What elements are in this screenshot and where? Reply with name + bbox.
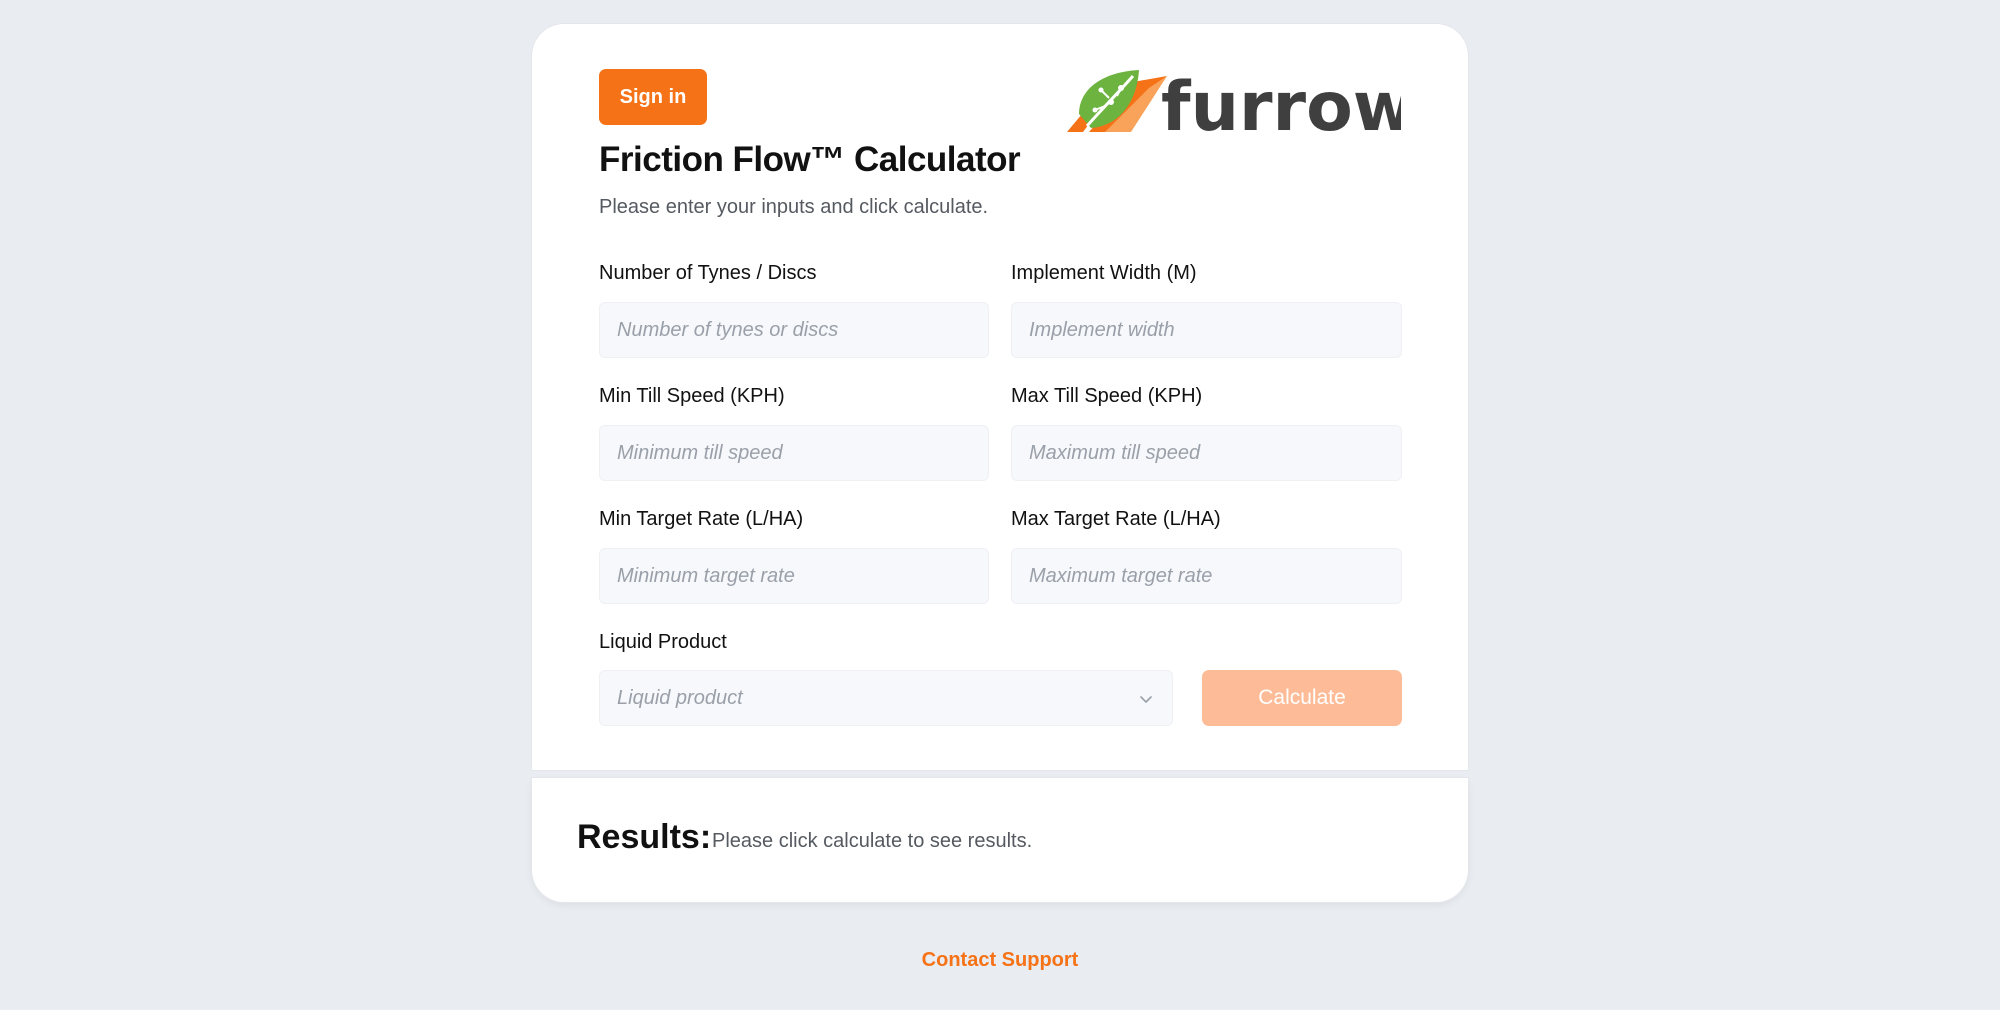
width-label: Implement Width (M) xyxy=(1011,262,1197,284)
calculator-card: Sign in furrow Friction Flow™ Calculator… xyxy=(532,24,1468,770)
liquid-product-select[interactable]: Liquid product xyxy=(599,670,1173,726)
liquid-product-label: Liquid Product xyxy=(599,631,727,653)
page-subtitle: Please enter your inputs and click calcu… xyxy=(599,196,989,218)
min-rate-input[interactable] xyxy=(599,548,989,604)
max-rate-input[interactable] xyxy=(1011,548,1402,604)
tynes-label: Number of Tynes / Discs xyxy=(599,262,817,284)
max-speed-label: Max Till Speed (KPH) xyxy=(1011,385,1203,407)
logo-wordmark: furrow xyxy=(1161,68,1401,138)
min-speed-input[interactable] xyxy=(599,425,989,481)
max-speed-input[interactable] xyxy=(1011,425,1402,481)
page-title: Friction Flow™ Calculator xyxy=(599,140,1021,179)
furrow-logo[interactable]: furrow xyxy=(1065,66,1401,138)
footer: Contact Support xyxy=(0,949,2000,972)
tynes-input[interactable] xyxy=(599,302,989,358)
width-input[interactable] xyxy=(1011,302,1402,358)
min-rate-label: Min Target Rate (L/HA) xyxy=(599,508,804,530)
results-card: Results: Please click calculate to see r… xyxy=(532,778,1468,902)
liquid-product-placeholder: Liquid product xyxy=(617,687,743,709)
sign-in-button[interactable]: Sign in xyxy=(599,69,707,125)
results-message: Please click calculate to see results. xyxy=(712,830,1033,852)
furrow-leaf-logo-icon xyxy=(1067,70,1167,132)
max-rate-label: Max Target Rate (L/HA) xyxy=(1011,508,1221,530)
results-heading: Results: xyxy=(577,818,712,856)
calculate-button[interactable]: Calculate xyxy=(1202,670,1402,726)
chevron-down-icon xyxy=(1140,696,1152,703)
min-speed-label: Min Till Speed (KPH) xyxy=(599,385,785,407)
contact-support-link[interactable]: Contact Support xyxy=(922,949,1079,971)
